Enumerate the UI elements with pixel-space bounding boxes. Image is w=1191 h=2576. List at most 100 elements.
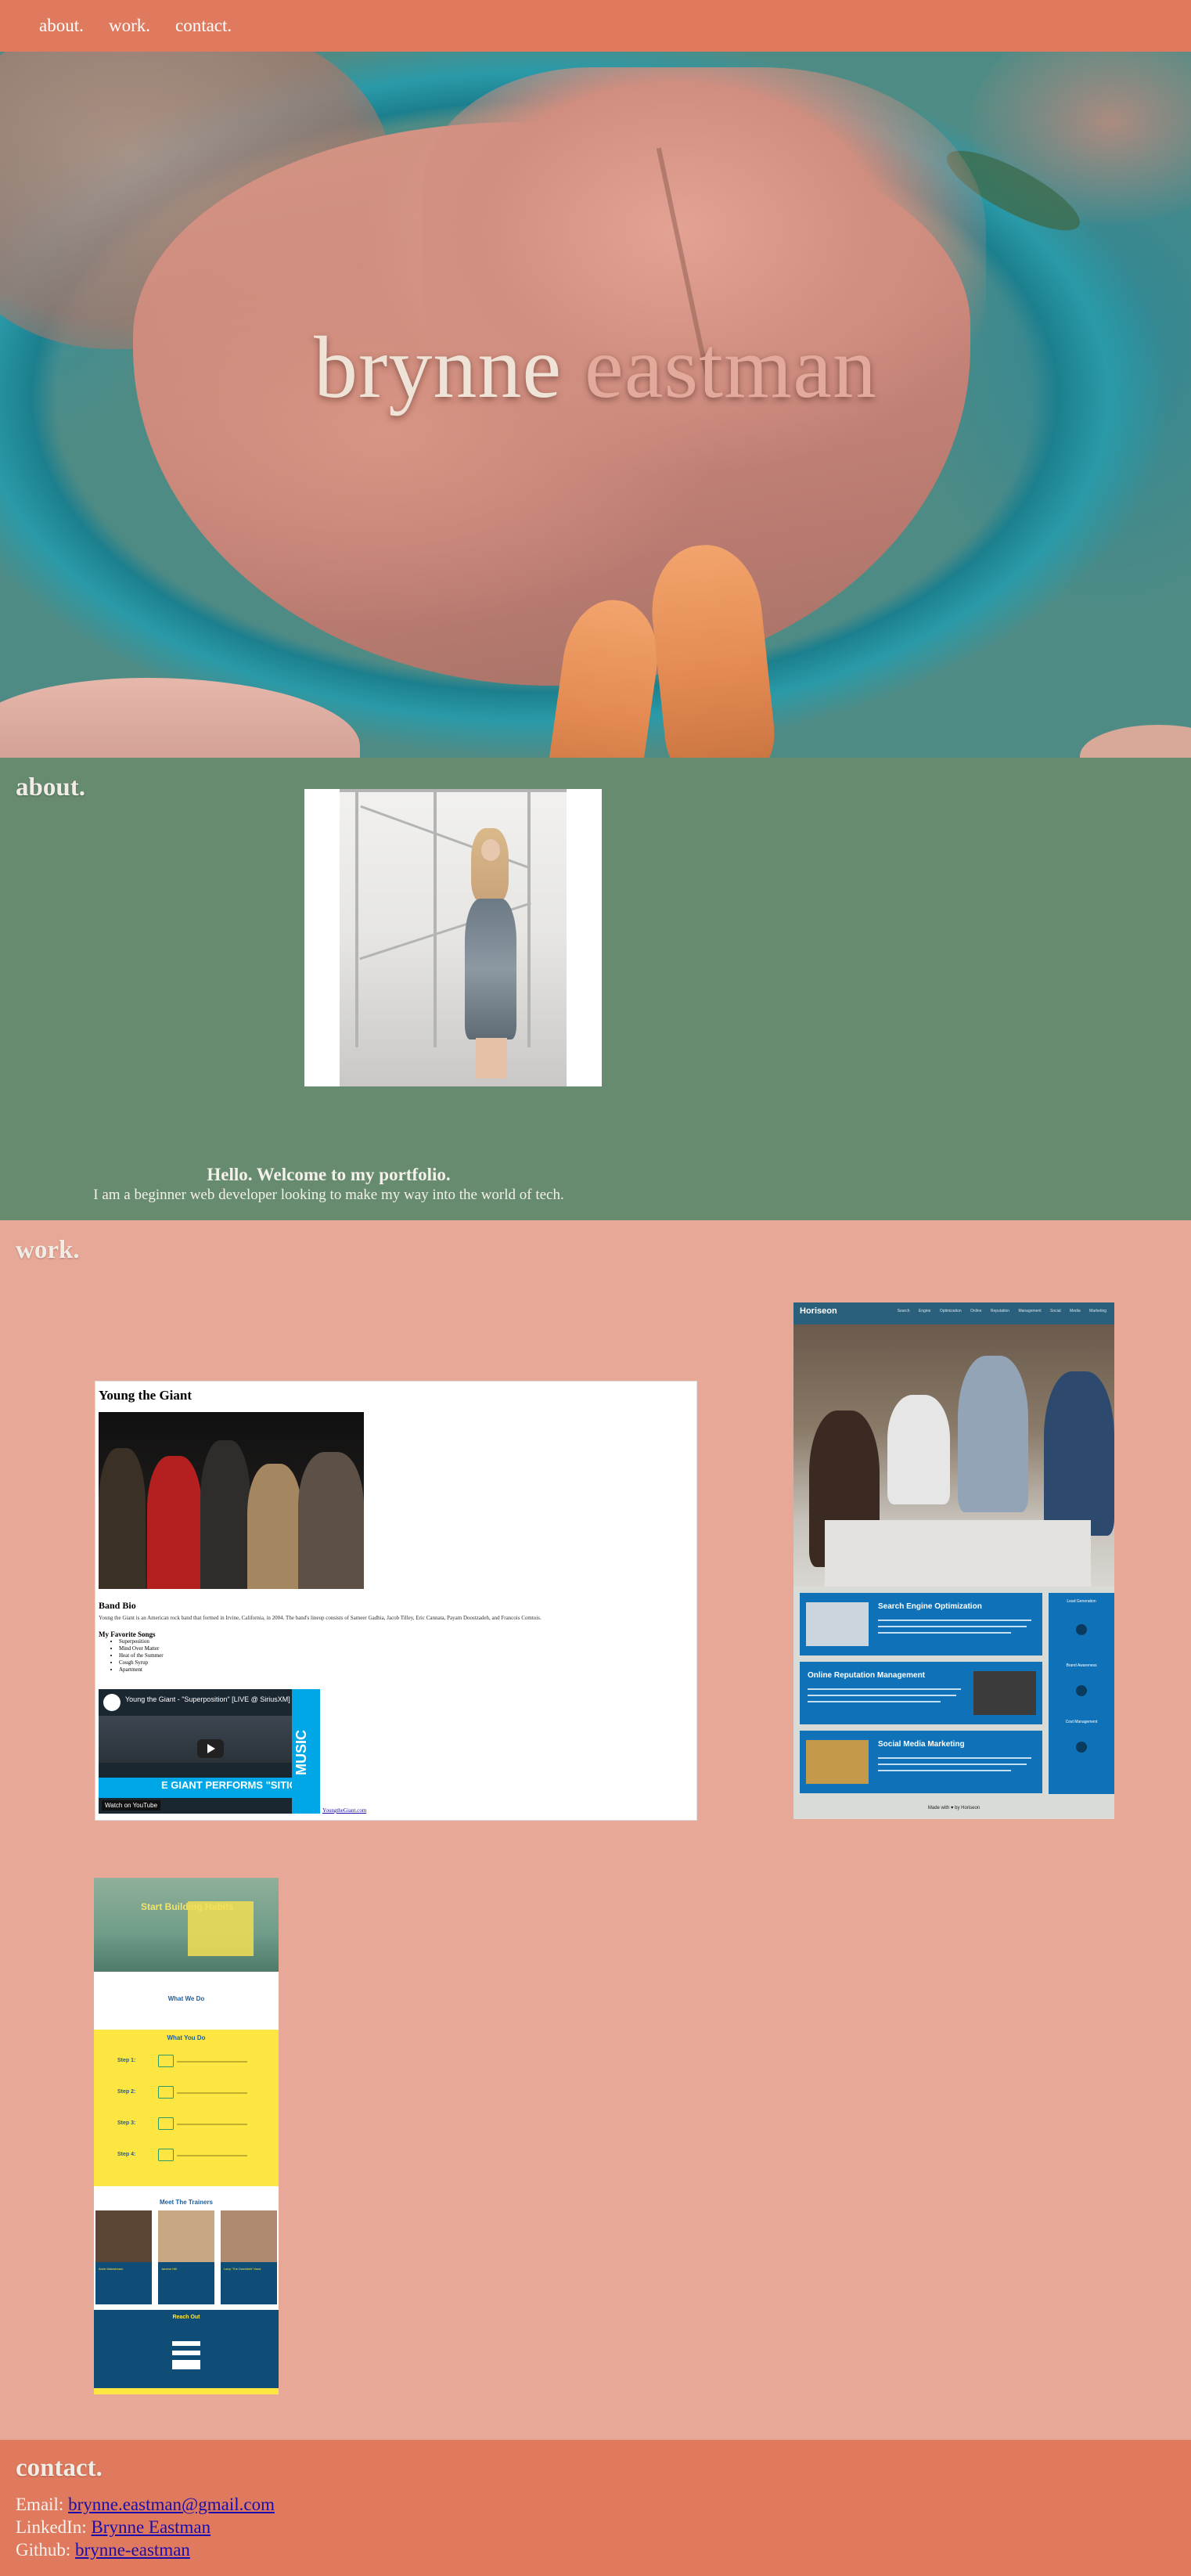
horiseon-text-line xyxy=(878,1619,1031,1621)
photo-person-face xyxy=(481,839,500,861)
fitness-step: Step 4: xyxy=(117,2152,136,2157)
trainer-photo xyxy=(221,2210,277,2262)
ytg-band-member xyxy=(298,1452,364,1589)
lightbulb-icon xyxy=(1076,1624,1087,1635)
ytg-band-member xyxy=(247,1464,302,1589)
horiseon-block-title: Search Engine Optimization xyxy=(878,1602,982,1611)
play-icon[interactable] xyxy=(197,1739,224,1758)
trainer-name: Larry 'The Dumbbell' Hand xyxy=(224,2267,261,2271)
fitness-what-we-do: What We Do xyxy=(167,1995,205,2002)
fitness-contact-input xyxy=(172,2341,200,2346)
siriusxm-logo xyxy=(103,1694,121,1711)
fitness-trainer-card: Larry 'The Dumbbell' Hand xyxy=(221,2210,277,2304)
fitness-what-you-do: What You Do xyxy=(167,2034,206,2041)
horiseon-block: Social Media Marketing xyxy=(800,1731,1042,1793)
list-item: Heat of the Summer xyxy=(119,1652,164,1659)
fitness-contact-input xyxy=(172,2351,200,2355)
work-heading: work. xyxy=(16,1236,80,1264)
top-navbar: about. work. contact. xyxy=(0,0,1191,52)
money-icon xyxy=(1076,1742,1087,1753)
fitness-reach-out: Reach Out xyxy=(94,2310,279,2388)
horiseon-person xyxy=(958,1356,1028,1512)
video-banner-text: E GIANT PERFORMS "SITION" xyxy=(161,1779,310,1791)
horiseon-header: Horiseon Search Engine Optimization Onli… xyxy=(793,1302,1114,1324)
fitness-step-text xyxy=(177,2092,247,2094)
fitness-signup-form xyxy=(188,1901,254,1956)
horiseon-block-image xyxy=(806,1602,869,1646)
video-title: Young the Giant - "Superposition" [LIVE … xyxy=(125,1695,290,1703)
horiseon-table xyxy=(825,1520,1091,1587)
linkedin-link[interactable]: Brynne Eastman xyxy=(91,2517,210,2537)
project-young-the-giant[interactable]: Young the Giant Band Bio Young the Giant… xyxy=(95,1381,697,1821)
nav-about-link[interactable]: about. xyxy=(39,16,84,36)
hero-first-name: brynne xyxy=(314,319,563,416)
horiseon-text-line xyxy=(808,1695,956,1696)
laptop-icon xyxy=(158,2055,174,2067)
horiseon-block: Online Reputation Management xyxy=(800,1662,1042,1724)
photo-beam xyxy=(340,789,567,792)
trainer-photo xyxy=(158,2210,214,2262)
list-item: Mind Over Matter xyxy=(119,1645,164,1652)
contact-github-row: Github: brynne-eastman xyxy=(16,2540,190,2560)
watch-on-youtube-button[interactable]: Watch on YouTube xyxy=(102,1800,161,1810)
fitness-step-text xyxy=(177,2061,247,2063)
ytg-songs-heading: My Favorite Songs xyxy=(99,1630,156,1638)
profile-photo xyxy=(304,789,602,1086)
horiseon-side-title: Cost Management xyxy=(1065,1720,1098,1724)
photo-beam xyxy=(355,789,358,1047)
project-fitness-site[interactable]: Start Building Habits What We Do What Yo… xyxy=(94,1878,279,2394)
trainer-photo xyxy=(95,2210,152,2262)
linkedin-label: LinkedIn: xyxy=(16,2517,87,2537)
ytg-video-embed[interactable]: Young the Giant - "Superposition" [LIVE … xyxy=(99,1689,320,1814)
photo-person-dress xyxy=(465,899,516,1039)
github-link[interactable]: brynne-eastman xyxy=(75,2540,190,2560)
horiseon-text-line xyxy=(878,1632,1011,1634)
ytg-song-list: Superposition Mind Over Matter Heat of t… xyxy=(110,1638,164,1673)
video-stage xyxy=(99,1716,292,1763)
horiseon-nav-item: Search Engine Optimization xyxy=(897,1309,962,1313)
horiseon-nav-item: Online Reputation Management xyxy=(970,1309,1042,1313)
project-horiseon[interactable]: Horiseon Search Engine Optimization Onli… xyxy=(793,1302,1114,1819)
ytg-website-link[interactable]: YoungtheGiant.com xyxy=(322,1807,366,1814)
email-label: Email: xyxy=(16,2495,64,2514)
ytg-bio-text: Young the Giant is an American rock band… xyxy=(99,1615,542,1621)
github-label: Github: xyxy=(16,2540,71,2560)
work-section: work. Young the Giant Band Bio Young the… xyxy=(0,1220,1191,2440)
photo-beam xyxy=(527,789,531,1047)
ytg-band-photo xyxy=(99,1412,364,1589)
hero-last-name: eastman xyxy=(585,319,877,416)
photo-person-legs xyxy=(476,1038,507,1079)
horiseon-block: Search Engine Optimization xyxy=(800,1593,1042,1655)
trainer-name: Arnie Mainstream xyxy=(99,2267,124,2271)
horiseon-nav-item: Social Media Marketing xyxy=(1050,1309,1106,1313)
fitness-trainer-card: Arnie Mainstream xyxy=(95,2210,152,2304)
profile-photo-image xyxy=(340,789,567,1086)
welcome-text: Hello. Welcome to my portfolio. xyxy=(207,1165,451,1184)
horiseon-text-line xyxy=(808,1688,961,1690)
fitness-step-text xyxy=(177,2155,247,2156)
hero-name-title: brynne eastman xyxy=(0,318,1191,419)
contact-linkedin-row: LinkedIn: Brynne Eastman xyxy=(16,2517,210,2538)
fitness-steps-panel: What You Do Step 1: Step 2: Step 3: Step… xyxy=(94,2030,279,2186)
ytg-title: Young the Giant xyxy=(99,1388,193,1403)
fitness-step-text xyxy=(177,2124,247,2125)
horiseon-text-line xyxy=(878,1757,1031,1759)
music-label: MUSIC xyxy=(292,1689,320,1814)
list-item: Cough Syrup xyxy=(119,1659,164,1666)
music-label-text: MUSIC xyxy=(293,1730,309,1775)
fitness-step: Step 2: xyxy=(117,2089,136,2095)
nav-contact-link[interactable]: contact. xyxy=(175,16,232,36)
dumbbell-icon xyxy=(158,2117,174,2130)
list-item: Superposition xyxy=(119,1638,164,1645)
horiseon-footer: Made with ♥ by Horiseon xyxy=(927,1806,981,1810)
contact-section: contact. Email: brynne.eastman@gmail.com… xyxy=(0,2440,1191,2576)
horiseon-text-line xyxy=(878,1764,1027,1765)
horiseon-person xyxy=(1044,1371,1114,1536)
nav-work-link[interactable]: work. xyxy=(109,16,150,36)
horiseon-block-title: Online Reputation Management xyxy=(808,1671,926,1680)
horiseon-block-image xyxy=(806,1740,869,1784)
about-section: about. Hello. Welcome to my portfolio. I… xyxy=(0,758,1191,1220)
email-link[interactable]: brynne.eastman@gmail.com xyxy=(68,2495,275,2514)
fitness-contact-textarea xyxy=(172,2360,200,2369)
horiseon-person xyxy=(887,1395,950,1504)
